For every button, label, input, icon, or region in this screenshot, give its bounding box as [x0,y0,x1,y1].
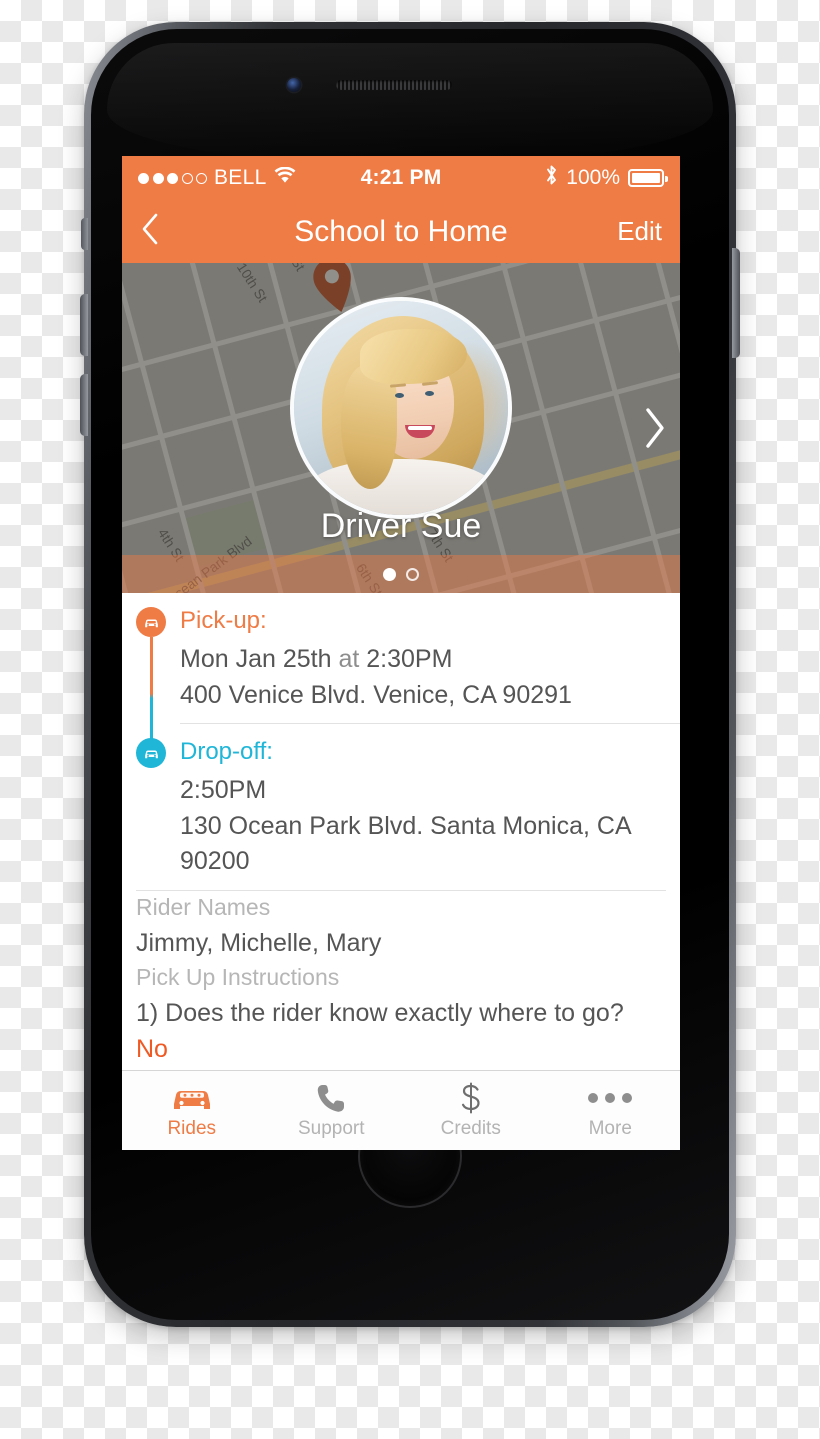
pickup-title: Pick-up: [180,607,267,634]
driver-name-label: Driver Sue [320,507,482,545]
tab-credits[interactable]: Credits [401,1071,541,1150]
phone-screen: BELL 4:21 PM 100% School to Home Edit Oc… [122,156,680,1150]
instruction-answer-1: No [136,1035,168,1063]
pickup-at-separator: at [331,645,367,673]
bluetooth-icon [545,164,558,192]
navigation-bar: School to Home Edit [122,200,680,263]
wifi-icon [274,166,296,190]
dropoff-section[interactable]: Drop-off: 2:50PM 130 Ocean Park Blvd. Sa… [122,724,680,890]
dropoff-title: Drop-off: [180,738,273,765]
trip-details: Pick-up: Mon Jan 25th at 2:30PM 400 Veni… [122,593,680,1104]
pickup-instructions-label: Pick Up Instructions [136,963,340,990]
status-bar: BELL 4:21 PM 100% [122,156,680,200]
car-icon [170,1082,214,1114]
tab-rides[interactable]: Rides [122,1071,262,1150]
dropoff-address: 130 Ocean Park Blvd. Santa Monica, CA 90… [180,811,631,876]
earpiece-speaker [336,80,452,90]
chevron-right-icon[interactable] [642,406,668,450]
page-dot-2[interactable] [406,567,419,581]
page-title: School to Home [294,214,508,248]
status-bar-time: 4:21 PM [360,166,442,189]
battery-percent-label: 100% [566,166,621,189]
rider-names-field: Rider Names Jimmy, Michelle, Mary [122,891,680,961]
driver-avatar[interactable] [290,297,512,519]
car-dropoff-icon [136,738,166,768]
status-bar-right: 100% [441,164,669,192]
volume-up-button[interactable] [80,294,88,356]
pickup-time: 2:30PM [366,645,453,673]
pickup-section[interactable]: Pick-up: Mon Jan 25th at 2:30PM 400 Veni… [122,593,680,723]
status-bar-left: BELL [138,166,361,190]
tab-label-more: More [588,1117,632,1139]
pickup-datetime: Mon Jan 25th at 2:30PM [180,642,662,678]
pickup-address: 400 Venice Blvd. Venice, CA 90291 [180,680,572,709]
rider-names-value: Jimmy, Michelle, Mary [136,928,382,957]
carousel-pagination [122,555,680,593]
edit-button[interactable]: Edit [617,216,662,247]
tab-support[interactable]: Support [262,1071,402,1150]
driver-photo [294,301,508,515]
carrier-label: BELL [214,166,267,189]
tab-label-credits: Credits [440,1117,501,1139]
tab-label-support: Support [297,1117,365,1139]
dollar-icon [459,1082,483,1114]
phone-device: BELL 4:21 PM 100% School to Home Edit Oc… [80,22,740,1327]
driver-map-hero[interactable]: Ocean Park Blvd Main St 3rd St 4th St 2n… [122,263,680,593]
tab-label-rides: Rides [167,1117,217,1139]
rider-names-label: Rider Names [136,893,271,920]
ellipsis-icon [588,1082,633,1114]
car-pickup-icon [136,607,166,637]
bezel-glare [107,43,713,163]
signal-strength-icon [138,172,207,184]
page-dot-1[interactable] [383,567,396,581]
pickup-date: Mon Jan 25th [180,645,332,673]
power-button[interactable] [732,248,740,358]
front-camera-icon [287,78,301,92]
instruction-question-1: 1) Does the rider know exactly where to … [136,998,624,1027]
silent-switch[interactable] [81,218,88,250]
battery-icon [628,169,669,187]
volume-down-button[interactable] [80,374,88,436]
tab-bar: Rides Support Credits More [122,1070,680,1150]
tab-more[interactable]: More [541,1071,681,1150]
dropoff-time: 2:50PM [180,776,267,804]
phone-icon [316,1082,346,1114]
